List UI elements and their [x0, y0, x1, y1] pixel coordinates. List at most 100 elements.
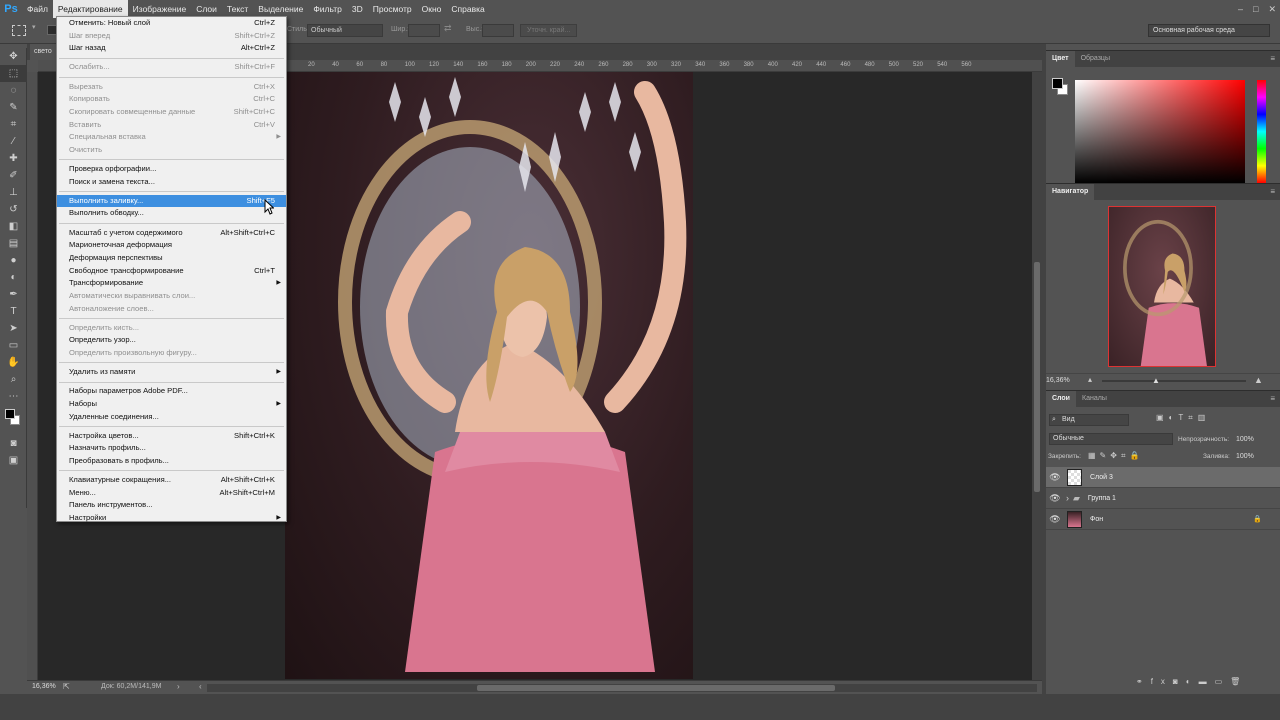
layer-row[interactable]: 👁 › ▰ Группа 1 [1046, 488, 1280, 509]
tab-channels[interactable]: Каналы [1076, 391, 1113, 407]
menu-10[interactable]: Справка [446, 0, 489, 18]
tab-color[interactable]: Цвет [1046, 51, 1075, 67]
swap-icon[interactable]: ⇄ [444, 23, 452, 34]
chevron-left-icon[interactable]: ‹ [199, 682, 202, 691]
panel-menu-icon[interactable]: ≡ [1270, 54, 1275, 63]
chevron-right-icon[interactable]: › [1066, 493, 1069, 503]
refine-edge-button[interactable]: Уточн. край... [520, 24, 578, 37]
chevron-down-icon[interactable]: ▾ [32, 23, 36, 31]
quick-mask-icon[interactable]: ◙ [0, 435, 27, 452]
panel-menu-icon[interactable]: ≡ [1270, 187, 1275, 196]
visibility-eye-icon[interactable]: 👁 [1046, 493, 1064, 504]
zoom-slider-handle[interactable]: ▲ [1152, 376, 1160, 385]
edit-menu-item[interactable]: Выполнить обводку... [57, 207, 286, 220]
menu-0[interactable]: Файл [22, 0, 53, 18]
panel-menu-icon[interactable]: ≡ [1270, 394, 1275, 403]
edit-menu-item[interactable]: Наборы ▶ [57, 398, 286, 411]
edit-menu-item[interactable]: Определить узор... [57, 334, 286, 347]
move-tool-icon[interactable]: ✥ [0, 48, 27, 65]
lock-icons[interactable]: ▦✎✥⌗🔒 [1088, 451, 1143, 461]
marquee-tool-icon[interactable]: ⬚ [0, 65, 27, 82]
menu-9[interactable]: Окно [417, 0, 447, 18]
more-tools-icon[interactable]: ⋯ [0, 388, 27, 405]
maximize-icon[interactable]: □ [1253, 4, 1258, 14]
blur-tool-icon[interactable]: ● [0, 252, 27, 269]
edit-menu-item[interactable]: Наборы параметров Adobe PDF... [57, 385, 286, 398]
scroll-thumb[interactable] [477, 685, 835, 691]
color-spectrum[interactable] [1075, 80, 1245, 183]
filter-icons[interactable]: ▣◐T⌗▥ [1156, 413, 1210, 423]
fill-value[interactable]: 100% [1236, 453, 1254, 460]
blend-mode-select[interactable]: Обычные [1049, 433, 1173, 445]
edit-menu-item[interactable]: Марионеточная деформация [57, 239, 286, 252]
tab-navigator[interactable]: Навигатор [1046, 184, 1095, 200]
edit-menu-item[interactable]: Трансформирование ▶ [57, 277, 286, 290]
edit-menu-item[interactable]: Меню... Alt+Shift+Ctrl+M [57, 487, 286, 500]
zoom-level[interactable]: 16,36% [32, 683, 56, 690]
minimize-icon[interactable]: – [1238, 4, 1243, 14]
width-field[interactable] [408, 24, 440, 37]
hand-tool-icon[interactable]: ✋ [0, 354, 27, 371]
edit-menu-item[interactable]: Настройка цветов... Shift+Ctrl+K [57, 430, 286, 443]
edit-menu-item[interactable]: Деформация перспективы [57, 252, 286, 265]
eraser-icon[interactable]: ◧ [0, 218, 27, 235]
layer-name[interactable]: Фон [1090, 516, 1103, 523]
foreground-color[interactable] [5, 409, 15, 419]
visibility-eye-icon[interactable]: 👁 [1046, 514, 1064, 525]
zoom-slider[interactable] [1102, 380, 1246, 382]
style-select[interactable]: Обычный [307, 24, 383, 37]
quick-select-icon[interactable]: ✎ [0, 99, 27, 116]
opacity-value[interactable]: 100% [1236, 436, 1254, 443]
vertical-scrollbar[interactable] [1032, 72, 1042, 680]
workspace-select[interactable]: Основная рабочая среда [1148, 24, 1270, 37]
brush-tool-icon[interactable]: ✐ [0, 167, 27, 184]
edit-menu-item[interactable]: Шаг назад Alt+Ctrl+Z [57, 42, 286, 55]
edit-menu-item[interactable]: Отменить: Новый слой Ctrl+Z [57, 17, 286, 30]
dodge-tool-icon[interactable]: ◐ [0, 269, 27, 286]
height-field[interactable] [482, 24, 514, 37]
gradient-tool-icon[interactable]: ▤ [0, 235, 27, 252]
scroll-thumb[interactable] [1034, 262, 1040, 492]
layer-actions[interactable]: ⚭fx◙◐▬▭🗑 [1136, 677, 1248, 686]
history-brush-icon[interactable]: ↺ [0, 201, 27, 218]
document-image[interactable] [285, 72, 693, 679]
edit-menu-item[interactable]: Свободное трансформирование Ctrl+T [57, 265, 286, 278]
close-icon[interactable]: ✕ [1268, 4, 1276, 15]
edit-menu-item[interactable]: Панель инструментов... [57, 499, 286, 512]
edit-menu-item[interactable]: Проверка орфографии... [57, 163, 286, 176]
crop-tool-icon[interactable]: ⌗ [0, 116, 27, 133]
chevron-right-icon[interactable]: › [177, 682, 180, 691]
color-swatches[interactable] [0, 405, 27, 435]
menu-6[interactable]: Фильтр [308, 0, 347, 18]
edit-menu-item[interactable]: Назначить профиль... [57, 442, 286, 455]
edit-menu-item[interactable]: Настройки ▶ [57, 512, 286, 525]
foreground-swatch[interactable] [1052, 78, 1063, 89]
lasso-tool-icon[interactable]: ◌ [0, 82, 27, 99]
screen-mode-icon[interactable]: ▣ [0, 452, 27, 469]
export-icon[interactable]: ⇱ [63, 682, 70, 691]
hue-slider[interactable] [1257, 80, 1266, 183]
tab-swatches[interactable]: Образцы [1075, 51, 1116, 67]
tab-layers[interactable]: Слои [1046, 391, 1076, 407]
pen-tool-icon[interactable]: ✒ [0, 286, 27, 303]
layer-filter-select[interactable]: ⌕ Вид [1049, 414, 1129, 426]
path-select-icon[interactable]: ➤ [0, 320, 27, 337]
edit-menu-item[interactable]: Масштаб с учетом содержимого Alt+Shift+Ct… [57, 227, 286, 240]
visibility-eye-icon[interactable]: 👁 [1046, 472, 1064, 483]
edit-menu-item[interactable]: Выполнить заливку... Shift+F5 [57, 194, 286, 208]
navigator-preview[interactable] [1108, 206, 1216, 367]
clone-stamp-icon[interactable]: ⊥ [0, 184, 27, 201]
marquee-tool-icon[interactable] [12, 25, 26, 36]
layer-name[interactable]: Слой 3 [1090, 474, 1113, 481]
navigator-zoom[interactable]: 16,36% [1046, 377, 1070, 384]
zoom-out-icon[interactable]: ▴ [1088, 375, 1092, 384]
menu-8[interactable]: Просмотр [368, 0, 417, 18]
layer-name[interactable]: Группа 1 [1088, 495, 1116, 502]
eyedropper-icon[interactable]: ⁄ [0, 133, 27, 150]
edit-menu-item[interactable]: Клавиатурные сокращения... Alt+Shift+Ctrl… [57, 474, 286, 487]
edit-menu-item[interactable]: Удалить из памяти ▶ [57, 366, 286, 379]
shape-tool-icon[interactable]: ▭ [0, 337, 27, 354]
layer-row[interactable]: 👁 Фон 🔒 [1046, 509, 1280, 530]
edit-menu-item[interactable]: Преобразовать в профиль... [57, 455, 286, 468]
horizontal-scrollbar[interactable] [207, 684, 1037, 692]
